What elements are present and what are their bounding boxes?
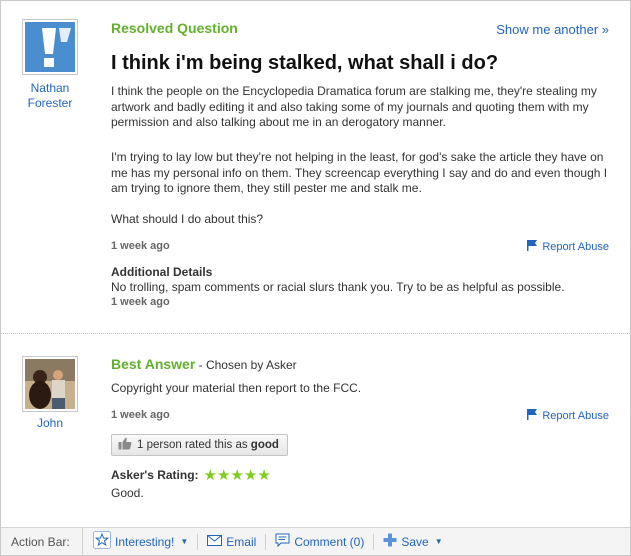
question-body-p3: What should I do about this?	[111, 212, 264, 226]
rating-comment: Good.	[111, 486, 144, 500]
user-photo-icon	[25, 359, 75, 409]
additional-details-heading: Additional Details	[111, 265, 213, 279]
comment-label: Comment (0)	[294, 534, 365, 549]
chevron-down-icon: ▼	[434, 537, 443, 546]
thumbs-up-icon	[118, 437, 132, 453]
plus-icon	[383, 533, 397, 550]
rated-value: good	[250, 439, 279, 451]
flag-icon	[526, 408, 538, 423]
answerer-avatar[interactable]	[22, 356, 78, 412]
asker-avatar[interactable]	[22, 19, 78, 75]
chevron-down-icon: ▼	[180, 537, 189, 546]
action-bar-label: Action Bar:	[1, 528, 83, 555]
answer-report-abuse[interactable]: Report Abuse	[526, 408, 609, 423]
flag-icon	[526, 239, 538, 254]
section-divider	[1, 333, 630, 334]
chosen-by-asker: - Chosen by Asker	[195, 358, 297, 372]
interesting-button[interactable]: Interesting! ▼	[83, 528, 197, 555]
comment-bubble-icon	[275, 533, 290, 550]
rating-stars-icon: ★★★★★	[203, 467, 271, 484]
question-title: I think i'm being stalked, what shall i …	[111, 52, 499, 74]
additional-details-text: No trolling, spam comments or racial slu…	[111, 280, 565, 294]
rated-count-text: 1 person rated this as	[137, 439, 251, 451]
action-bar: Action Bar: Interesting! ▼ Email Comment…	[1, 527, 630, 555]
envelope-icon	[207, 534, 223, 549]
email-label: Email	[226, 534, 257, 549]
default-avatar-icon	[25, 22, 75, 72]
question-timestamp: 1 week ago	[111, 240, 170, 252]
resolved-question-header: Resolved Question	[111, 20, 238, 36]
show-me-another-link[interactable]: Show me another »	[496, 22, 609, 37]
star-icon	[93, 531, 111, 552]
question-report-abuse[interactable]: Report Abuse	[526, 239, 609, 254]
answerer-name[interactable]: John	[22, 416, 78, 431]
asker-name-line2[interactable]: Forester	[14, 96, 86, 111]
askers-rating-label: Asker's Rating:	[111, 468, 199, 482]
comment-button[interactable]: Comment (0)	[266, 528, 373, 555]
email-button[interactable]: Email	[198, 528, 265, 555]
best-answer-header: Best Answer	[111, 356, 196, 372]
question-body-p2: I'm trying to lay low but they're not he…	[111, 150, 608, 195]
report-abuse-label: Report Abuse	[542, 409, 609, 422]
asker-name-line1[interactable]: Nathan	[14, 81, 86, 96]
answer-text: Copyright your material then report to t…	[111, 381, 362, 395]
report-abuse-label: Report Abuse	[542, 240, 609, 253]
interesting-label: Interesting!	[115, 534, 175, 549]
answer-timestamp: 1 week ago	[111, 409, 170, 421]
rated-good-button[interactable]: 1 person rated this as good	[111, 434, 288, 456]
question-body-p1: I think the people on the Encyclopedia D…	[111, 84, 597, 129]
save-button[interactable]: Save ▼	[374, 528, 451, 555]
details-timestamp: 1 week ago	[111, 296, 170, 308]
save-label: Save	[401, 534, 429, 549]
